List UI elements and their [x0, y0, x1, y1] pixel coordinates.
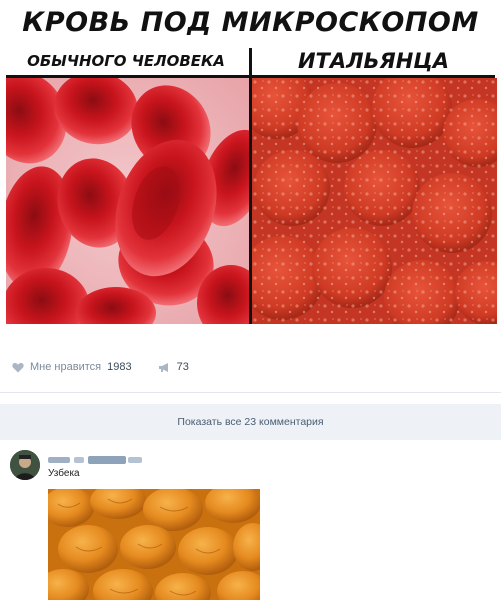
commenter-name-blurred[interactable]: [48, 452, 158, 464]
post-actions-bar: Мне нравится 1983 73: [0, 346, 501, 386]
like-label: Мне нравится: [30, 361, 102, 373]
commenter-avatar[interactable]: [10, 450, 40, 480]
pepperoni-image: [252, 78, 497, 324]
share-count: 73: [176, 361, 189, 373]
left-panel-caption: ОБЫЧНОГО ЧЕЛОВЕКА: [27, 52, 225, 70]
divider-line: [0, 392, 501, 393]
right-panel-caption: ИТАЛЬЯНЦА: [297, 49, 450, 73]
comment-text: Узбека: [48, 468, 80, 479]
like-count: 1983: [107, 361, 132, 373]
show-all-comments-link[interactable]: Показать все 23 комментария: [0, 404, 501, 440]
dried-apricots-image[interactable]: [48, 489, 260, 600]
heart-icon: [12, 362, 24, 373]
blood-cells-image: [6, 78, 249, 324]
share-button[interactable]: 73: [158, 361, 189, 373]
like-button[interactable]: Мне нравится 1983: [12, 361, 132, 373]
meme-title: КРОВЬ ПОД МИКРОСКОПОМ: [22, 7, 479, 38]
megaphone-icon: [158, 362, 171, 373]
